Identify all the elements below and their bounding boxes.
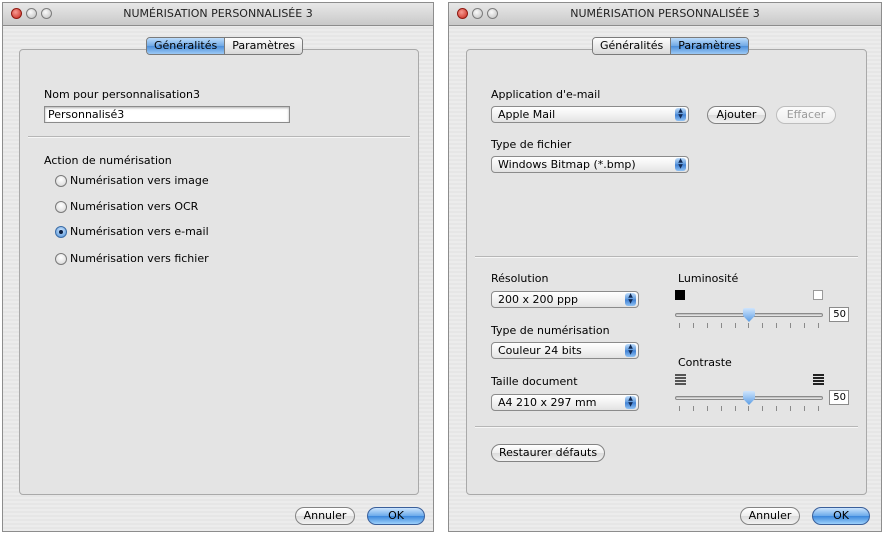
updown-arrows-icon: ▲ ▼ bbox=[675, 108, 686, 121]
popup-value: 200 x 200 ppp bbox=[498, 293, 578, 306]
tick bbox=[776, 406, 778, 411]
popup-value: A4 210 x 297 mm bbox=[498, 396, 597, 409]
black-square-icon bbox=[675, 290, 685, 300]
updown-arrows-icon: ▲ ▼ bbox=[625, 396, 636, 409]
window-title: NUMÉRISATION PERSONNALISÉE 3 bbox=[123, 7, 313, 20]
popup-value: Apple Mail bbox=[498, 108, 556, 121]
tick bbox=[720, 406, 722, 411]
brightness-ticks bbox=[679, 323, 819, 328]
file-type-popup[interactable]: Windows Bitmap (*.bmp) ▲ ▼ bbox=[491, 156, 689, 173]
tab-generalites[interactable]: Généralités bbox=[593, 38, 671, 54]
brightness-slider-thumb[interactable] bbox=[743, 308, 755, 322]
separator bbox=[475, 426, 858, 428]
updown-arrows-icon: ▲ ▼ bbox=[675, 158, 686, 171]
radio-button-selected[interactable] bbox=[55, 226, 67, 238]
updown-arrows-icon: ▲ ▼ bbox=[625, 293, 636, 306]
tab-bar: Généralités Paramètres bbox=[146, 37, 303, 55]
cancel-button[interactable]: Annuler bbox=[740, 507, 800, 525]
tick bbox=[790, 323, 792, 328]
tick bbox=[734, 323, 736, 328]
tick bbox=[762, 323, 764, 328]
high-contrast-icon bbox=[813, 374, 824, 385]
separator bbox=[475, 256, 858, 258]
low-contrast-icon bbox=[675, 374, 686, 385]
restore-defaults-button[interactable]: Restaurer défauts bbox=[491, 444, 605, 462]
contrast-slider-thumb[interactable] bbox=[743, 391, 755, 405]
tab-parametres[interactable]: Paramètres bbox=[670, 38, 748, 54]
tick bbox=[692, 406, 694, 411]
tick bbox=[679, 406, 680, 411]
tick bbox=[804, 406, 806, 411]
action-label: Action de numérisation bbox=[44, 154, 172, 167]
tab-bar: Généralités Paramètres bbox=[592, 37, 749, 55]
white-square-icon bbox=[813, 290, 823, 300]
tick bbox=[679, 323, 680, 328]
name-label: Nom pour personnalisation3 bbox=[44, 88, 200, 101]
resolution-popup[interactable]: 200 x 200 ppp ▲ ▼ bbox=[491, 291, 639, 308]
radio-button[interactable] bbox=[55, 253, 67, 265]
tick bbox=[776, 323, 778, 328]
tick bbox=[804, 323, 806, 328]
radio-label: Numérisation vers OCR bbox=[70, 200, 199, 213]
scan-type-popup[interactable]: Couleur 24 bits ▲ ▼ bbox=[491, 342, 639, 359]
tick bbox=[748, 323, 750, 328]
add-button[interactable]: Ajouter bbox=[707, 106, 766, 124]
tab-generalites[interactable]: Généralités bbox=[147, 38, 225, 54]
cancel-button[interactable]: Annuler bbox=[295, 507, 355, 525]
email-app-label: Application d'e-mail bbox=[491, 88, 601, 101]
tick bbox=[817, 323, 819, 328]
radio-scan-to-file[interactable]: Numérisation vers fichier bbox=[55, 252, 255, 266]
tab-panel: Nom pour personnalisation3 Personnalisé3… bbox=[19, 49, 419, 495]
scan-type-label: Type de numérisation bbox=[491, 324, 610, 337]
tick bbox=[706, 406, 708, 411]
popup-value: Couleur 24 bits bbox=[498, 344, 582, 357]
radio-button[interactable] bbox=[55, 201, 67, 213]
document-size-popup[interactable]: A4 210 x 297 mm ▲ ▼ bbox=[491, 394, 639, 411]
contrast-label: Contraste bbox=[678, 356, 732, 369]
title-bar[interactable]: NUMÉRISATION PERSONNALISÉE 3 bbox=[3, 3, 433, 26]
brightness-label: Luminosité bbox=[678, 272, 739, 285]
window-generalites: NUMÉRISATION PERSONNALISÉE 3 Généralités… bbox=[2, 2, 434, 532]
delete-button[interactable]: Effacer bbox=[776, 106, 836, 124]
contrast-ticks bbox=[679, 406, 819, 411]
title-bar[interactable]: NUMÉRISATION PERSONNALISÉE 3 bbox=[449, 3, 881, 26]
radio-scan-to-email[interactable]: Numérisation vers e-mail bbox=[55, 225, 255, 239]
tick bbox=[748, 406, 750, 411]
radio-button[interactable] bbox=[55, 175, 67, 187]
updown-arrows-icon: ▲ ▼ bbox=[625, 344, 636, 357]
separator bbox=[28, 136, 410, 138]
tick bbox=[720, 323, 722, 328]
document-size-label: Taille document bbox=[491, 375, 578, 388]
brightness-value-field[interactable]: 50 bbox=[829, 307, 849, 322]
radio-scan-to-ocr[interactable]: Numérisation vers OCR bbox=[55, 200, 255, 214]
ok-button[interactable]: OK bbox=[812, 507, 870, 525]
tick bbox=[734, 406, 736, 411]
radio-dot bbox=[59, 230, 63, 234]
window-parametres: NUMÉRISATION PERSONNALISÉE 3 Généralités… bbox=[448, 2, 882, 532]
contrast-value-field[interactable]: 50 bbox=[829, 390, 849, 405]
radio-label: Numérisation vers image bbox=[70, 174, 209, 187]
resolution-label: Résolution bbox=[491, 272, 549, 285]
popup-value: Windows Bitmap (*.bmp) bbox=[498, 158, 636, 171]
tab-panel: Application d'e-mail Apple Mail ▲ ▼ Ajout… bbox=[466, 49, 867, 495]
radio-label: Numérisation vers e-mail bbox=[70, 225, 209, 238]
radio-scan-to-image[interactable]: Numérisation vers image bbox=[55, 174, 255, 188]
ok-button[interactable]: OK bbox=[367, 507, 425, 525]
tick bbox=[706, 323, 708, 328]
tick bbox=[762, 406, 764, 411]
radio-label: Numérisation vers fichier bbox=[70, 252, 209, 265]
email-app-popup[interactable]: Apple Mail ▲ ▼ bbox=[491, 106, 689, 123]
file-type-label: Type de fichier bbox=[491, 138, 572, 151]
window-title: NUMÉRISATION PERSONNALISÉE 3 bbox=[570, 7, 760, 20]
tab-parametres[interactable]: Paramètres bbox=[224, 38, 302, 54]
tick bbox=[817, 406, 819, 411]
tick bbox=[790, 406, 792, 411]
tick bbox=[692, 323, 694, 328]
name-field[interactable]: Personnalisé3 bbox=[44, 106, 290, 123]
